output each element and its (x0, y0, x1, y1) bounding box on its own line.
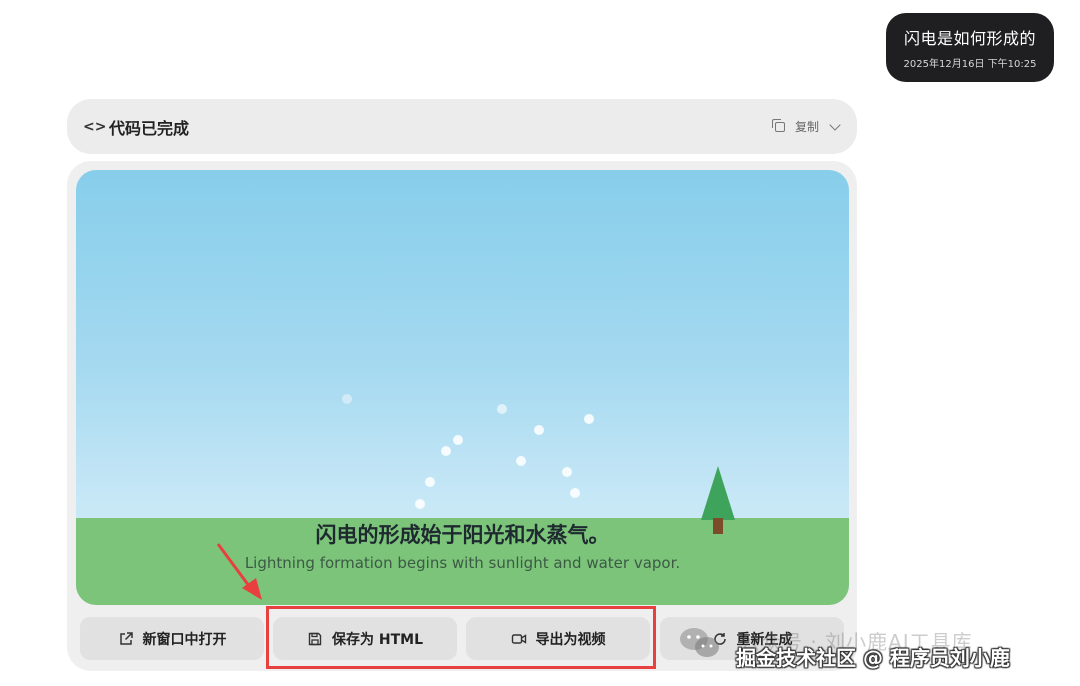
open-in-new-window-label: 新窗口中打开 (142, 631, 227, 648)
highlight-box (266, 606, 656, 669)
copy-icon (771, 118, 785, 132)
user-message-timestamp: 2025年12月16日 下午10:25 (903, 59, 1037, 70)
water-vapor-particle (584, 414, 594, 424)
water-vapor-particle (497, 404, 507, 414)
water-vapor-particle (415, 499, 425, 509)
caption-chinese: 闪电的形成始于阳光和水蒸气。 (315, 523, 610, 547)
copy-button[interactable]: 复制 (771, 118, 841, 135)
water-vapor-particle (453, 435, 463, 445)
open-in-new-window-button[interactable]: 新窗口中打开 (80, 617, 264, 660)
water-vapor-particle (342, 394, 352, 404)
user-message-bubble: 闪电是如何形成的 2025年12月16日 下午10:25 (886, 13, 1054, 82)
chevron-down-icon[interactable] (829, 118, 841, 131)
wechat-logo-icon (680, 628, 719, 657)
water-vapor-particle (570, 488, 580, 498)
water-vapor-particle (425, 477, 435, 487)
code-status-title: 代码已完成 (109, 118, 190, 138)
watermark-juejin-text: 掘金技术社区 @ 程序员刘小鹿 (736, 646, 1010, 670)
tree-icon (701, 466, 735, 520)
caption-english: Lightning formation begins with sunlight… (244, 554, 681, 572)
user-message-text: 闪电是如何形成的 (903, 29, 1036, 48)
water-vapor-particle (534, 425, 544, 435)
copy-label: 复制 (794, 120, 819, 134)
code-brackets-icon: <> (83, 118, 107, 135)
water-vapor-particle (516, 456, 526, 466)
annotation-arrow-icon (216, 543, 262, 600)
water-vapor-particle (562, 467, 572, 477)
code-status-bar[interactable]: <> 代码已完成 复制 (67, 99, 857, 154)
water-vapor-particle (441, 446, 451, 456)
animation-preview: 闪电的形成始于阳光和水蒸气。 Lightning formation begin… (76, 170, 849, 605)
external-link-icon (118, 631, 134, 647)
